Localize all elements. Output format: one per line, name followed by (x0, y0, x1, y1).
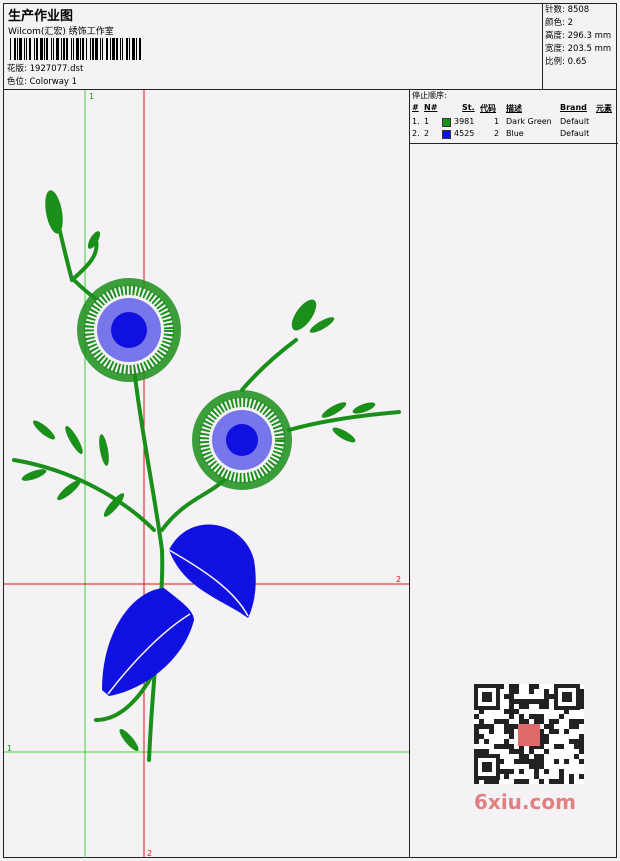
stat-value: 0.65 (567, 57, 587, 67)
stat-height: 高度: 296.3 mm (545, 30, 618, 43)
green-leaves (21, 190, 376, 752)
watermark: 6xiu.com (470, 680, 588, 820)
design-file-value: 1927077.dst (29, 64, 84, 74)
flower-top (77, 278, 181, 382)
stat-value: 2 (567, 18, 573, 28)
col-header-brand: Brand (560, 103, 587, 112)
row-description: Blue (506, 129, 524, 138)
colorway-label: 色位: (7, 77, 27, 87)
colorway-value: Colorway 1 (29, 77, 78, 87)
design-file-row: 花版: 1927077.dst (7, 62, 83, 74)
design-stats: 针数: 8508 颜色: 2 高度: 296.3 mm 宽度: 203.5 mm… (542, 4, 618, 89)
stat-value: 8508 (567, 5, 590, 15)
col-header-number: N# (424, 103, 438, 112)
sheet-title: 生产作业图 (8, 9, 74, 24)
guide-label-h1: 1 (7, 744, 12, 753)
guide-label-v2: 2 (147, 849, 152, 858)
stat-label: 比例: (545, 57, 565, 67)
stat-scale: 比例: 0.65 (545, 56, 618, 69)
col-header-description: 描述 (506, 104, 522, 113)
guide-label-v1: 1 (89, 92, 94, 101)
col-header-stitches: St. (462, 103, 475, 112)
flower-middle (192, 390, 292, 490)
row-stitches: 4525 (454, 129, 475, 138)
row-index: 2. (412, 129, 420, 138)
sheet-header: 生产作业图 Wilcom(汇宏) 绣饰工作室 花版: 1927077.dst 色… (4, 4, 616, 90)
qr-code-icon (474, 684, 584, 784)
stamp-icon (518, 724, 540, 746)
blue-leaves (102, 524, 256, 696)
stat-label: 宽度: (545, 44, 565, 54)
embroidery-artwork: 1 1 2 2 (4, 90, 409, 858)
row-code: 2 (494, 129, 500, 138)
color-swatch (442, 130, 451, 139)
design-file-label: 花版: (7, 64, 27, 74)
guide-label-h2: 2 (396, 575, 401, 584)
barcode-image (10, 38, 141, 60)
row-code: 1 (494, 117, 500, 126)
watermark-text: 6xiu.com (474, 790, 576, 814)
production-sheet: 生产作业图 Wilcom(汇宏) 绣饰工作室 花版: 1927077.dst 色… (3, 3, 618, 858)
stat-label: 针数: (545, 5, 565, 15)
row-number: 1 (424, 117, 430, 126)
stat-width: 宽度: 203.5 mm (545, 43, 618, 56)
row-number: 2 (424, 129, 430, 138)
colorway-row: 色位: Colorway 1 (7, 75, 77, 87)
stat-colors: 颜色: 2 (545, 17, 618, 30)
col-header-index: # (412, 103, 419, 112)
row-stitches: 3981 (454, 117, 475, 126)
col-header-element: 元素 (596, 104, 612, 113)
design-preview: 1 1 2 2 (4, 90, 410, 858)
studio-name: Wilcom(汇宏) 绣饰工作室 (8, 27, 114, 37)
stat-value: 296.3 mm (567, 31, 612, 41)
row-index: 1. (412, 117, 420, 126)
stat-value: 203.5 mm (567, 44, 612, 54)
row-description: Dark Green (506, 117, 552, 126)
stat-stitches: 针数: 8508 (545, 4, 618, 17)
stat-label: 高度: (545, 31, 565, 41)
row-brand: Default (560, 117, 590, 126)
stop-sequence-caption: 停止顺序: (412, 91, 447, 100)
col-header-code: 代码 (480, 104, 496, 113)
row-brand: Default (560, 129, 590, 138)
stat-label: 颜色: (545, 18, 565, 28)
color-swatch (442, 118, 451, 127)
stop-sequence-table: 停止顺序: # N# St. 代码 描述 Brand 元素 1. 1 3981 … (410, 90, 618, 144)
